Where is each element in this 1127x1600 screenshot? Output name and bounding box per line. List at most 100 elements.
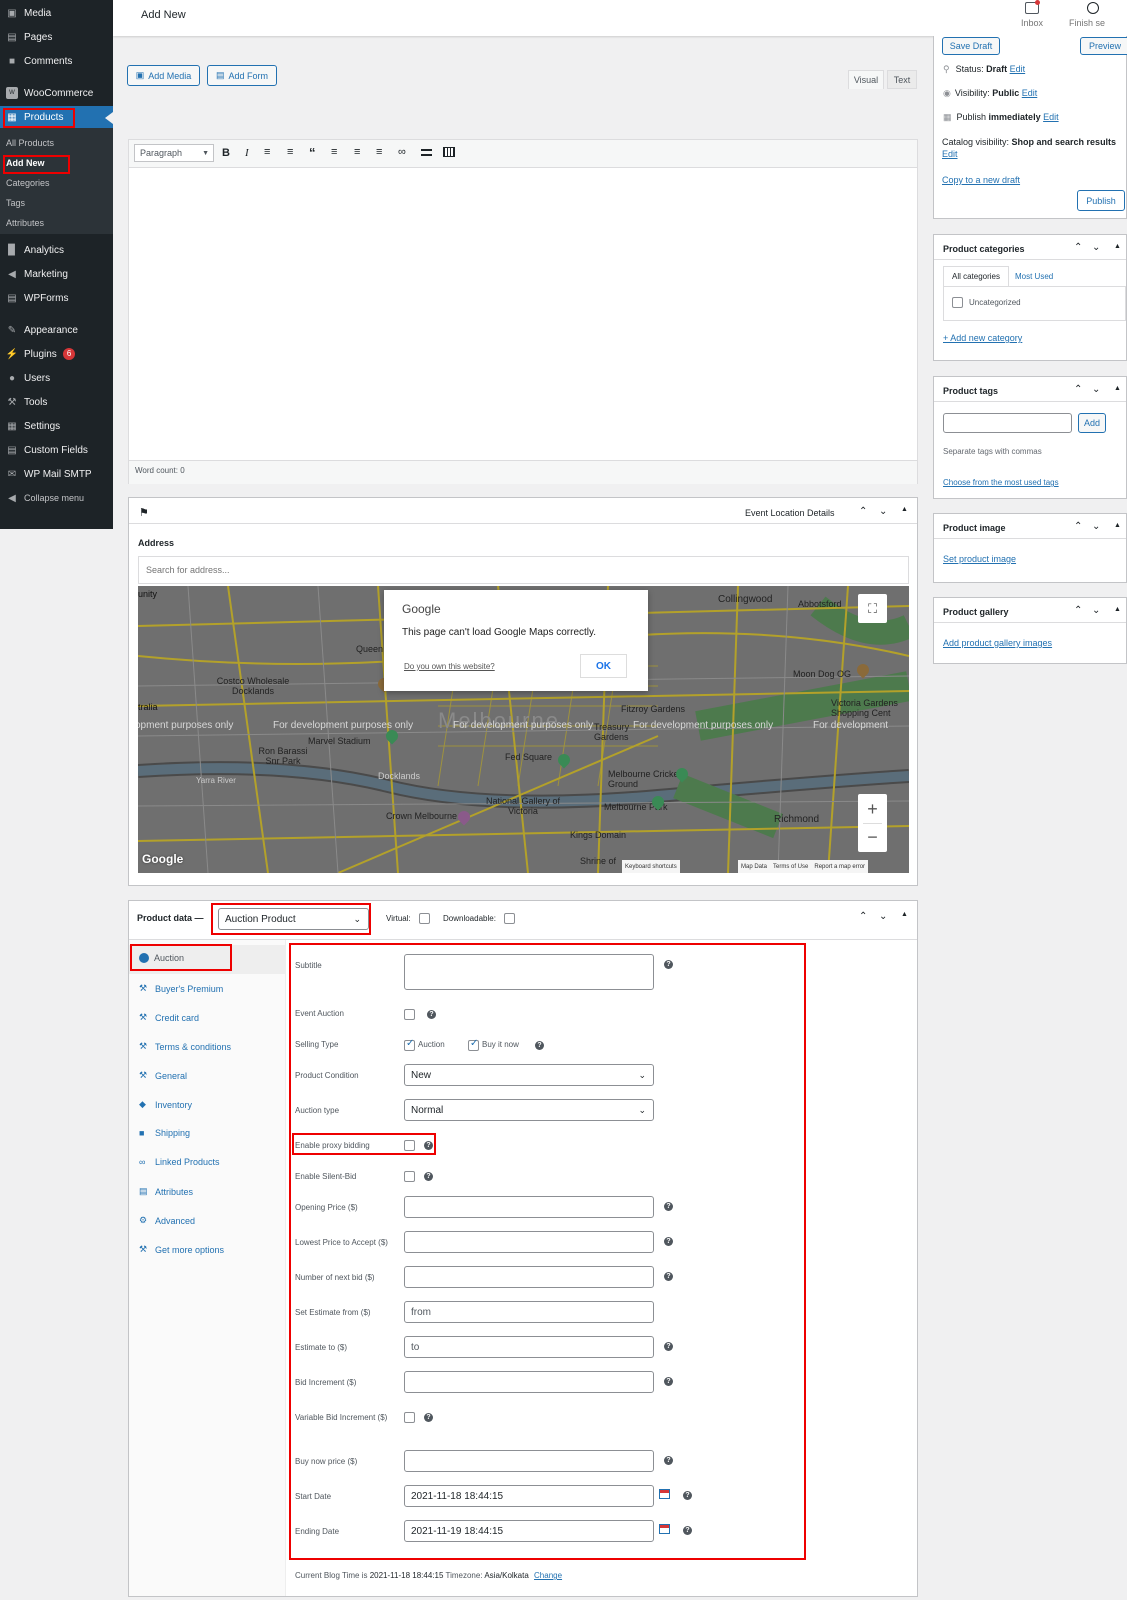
move-down-icon[interactable]: ⌄	[1092, 605, 1100, 616]
estimate-to-input[interactable]: to	[404, 1336, 654, 1358]
tab-credit-card[interactable]: ⚒ Credit card	[139, 1012, 199, 1023]
help-icon[interactable]: ?	[683, 1526, 692, 1535]
help-icon[interactable]: ?	[664, 1202, 673, 1211]
menu-comments[interactable]: ■ Comments	[0, 50, 113, 72]
tab-all-categories[interactable]: All categories	[943, 266, 1009, 286]
read-more-icon[interactable]	[421, 149, 432, 156]
fullscreen-icon[interactable]: ⛶	[858, 594, 887, 623]
link-icon[interactable]: ∞	[398, 146, 406, 158]
lowest-price-input[interactable]	[404, 1231, 654, 1253]
edit-visibility-link[interactable]: Edit	[1022, 88, 1038, 98]
move-down-icon[interactable]: ⌄	[879, 911, 887, 922]
copy-to-draft-link[interactable]: Copy to a new draft	[942, 175, 1020, 185]
menu-users[interactable]: ● Users	[0, 367, 113, 389]
add-media-button[interactable]: ▣ Add Media	[127, 65, 200, 86]
submenu-categories[interactable]: Categories	[6, 178, 50, 188]
toggle-panel-icon[interactable]: ▲	[1114, 606, 1121, 613]
product-condition-select[interactable]: New ⌄	[404, 1064, 654, 1086]
proxy-bidding-checkbox[interactable]	[404, 1140, 415, 1151]
menu-custom-fields[interactable]: ▤ Custom Fields	[0, 439, 113, 461]
add-form-button[interactable]: ▤ Add Form	[207, 65, 277, 86]
tab-terms-conditions[interactable]: ⚒ Terms & conditions	[139, 1041, 231, 1052]
move-down-icon[interactable]: ⌄	[1092, 384, 1100, 395]
product-type-select[interactable]: Auction Product ⌄	[218, 908, 369, 930]
opening-price-input[interactable]	[404, 1196, 654, 1218]
publish-button[interactable]: Publish	[1077, 190, 1125, 211]
move-up-icon[interactable]: ⌃	[859, 506, 867, 517]
tab-most-used[interactable]: Most Used	[1015, 272, 1053, 281]
move-up-icon[interactable]: ⌃	[1074, 384, 1082, 395]
selling-buy-now-checkbox[interactable]	[468, 1038, 479, 1051]
menu-tools[interactable]: ⚒ Tools	[0, 391, 113, 413]
menu-marketing[interactable]: ◀ Marketing	[0, 263, 113, 285]
help-icon[interactable]: ?	[664, 1377, 673, 1386]
move-up-icon[interactable]: ⌃	[1074, 605, 1082, 616]
menu-products[interactable]: ▦ Products	[0, 106, 113, 128]
toggle-panel-icon[interactable]: ▲	[1114, 243, 1121, 250]
tab-text[interactable]: Text	[887, 70, 917, 89]
auction-type-select[interactable]: Normal ⌄	[404, 1099, 654, 1121]
move-down-icon[interactable]: ⌄	[1092, 521, 1100, 532]
help-icon[interactable]: ?	[664, 960, 673, 969]
blockquote-icon[interactable]: “	[309, 145, 316, 160]
terms-link[interactable]: Terms of Use	[773, 864, 808, 870]
add-tag-button[interactable]: Add	[1078, 413, 1106, 433]
selling-auction-checkbox[interactable]	[404, 1038, 415, 1051]
variable-bid-checkbox[interactable]	[404, 1412, 415, 1423]
address-search-input[interactable]	[138, 556, 909, 584]
tab-visual[interactable]: Visual	[848, 70, 884, 89]
menu-appearance[interactable]: ✎ Appearance	[0, 319, 113, 341]
estimate-from-input[interactable]: from	[404, 1301, 654, 1323]
bullet-list-icon[interactable]: ≡	[264, 146, 270, 158]
event-auction-checkbox[interactable]	[404, 1009, 415, 1020]
next-bid-input[interactable]	[404, 1266, 654, 1288]
move-up-icon[interactable]: ⌃	[1074, 242, 1082, 253]
inbox-label[interactable]: Inbox	[1021, 18, 1043, 28]
italic-icon[interactable]: I	[245, 147, 249, 159]
calendar-icon[interactable]	[659, 1524, 670, 1534]
menu-wp-mail-smtp[interactable]: ✉ WP Mail SMTP	[0, 463, 113, 485]
bid-increment-input[interactable]	[404, 1371, 654, 1393]
finish-setup-label[interactable]: Finish se	[1069, 18, 1105, 28]
toolbar-toggle-icon[interactable]	[443, 147, 455, 157]
help-icon[interactable]: ?	[427, 1010, 436, 1019]
submenu-add-new[interactable]: Add New	[6, 158, 45, 168]
add-category-link[interactable]: + Add new category	[943, 333, 1022, 343]
start-date-input[interactable]: 2021-11-18 18:44:15	[404, 1485, 654, 1507]
submenu-all-products[interactable]: All Products	[6, 138, 54, 148]
tab-shipping[interactable]: ■ Shipping	[139, 1128, 190, 1138]
help-icon[interactable]: ?	[664, 1342, 673, 1351]
buy-now-input[interactable]	[404, 1450, 654, 1472]
tab-advanced[interactable]: ⚙ Advanced	[139, 1215, 195, 1226]
tag-input[interactable]	[943, 413, 1072, 433]
format-select[interactable]: Paragraph ▼	[134, 144, 214, 162]
menu-plugins[interactable]: ⚡ Plugins 6	[0, 343, 113, 365]
align-right-icon[interactable]: ≡	[376, 146, 382, 158]
keyboard-shortcuts-link[interactable]: Keyboard shortcuts	[622, 860, 680, 873]
move-down-icon[interactable]: ⌄	[1092, 242, 1100, 253]
preview-button[interactable]: Preview	[1080, 37, 1127, 55]
menu-media[interactable]: ▣ Media	[0, 2, 113, 24]
tab-attributes[interactable]: ▤ Attributes	[139, 1186, 193, 1197]
toggle-panel-icon[interactable]: ▲	[901, 506, 908, 513]
edit-status-link[interactable]: Edit	[1010, 64, 1026, 74]
set-product-image-link[interactable]: Set product image	[943, 554, 1016, 564]
toggle-panel-icon[interactable]: ▲	[901, 911, 908, 918]
ending-date-input[interactable]: 2021-11-19 18:44:15	[404, 1520, 654, 1542]
finish-setup-icon[interactable]	[1087, 2, 1099, 14]
help-icon[interactable]: ?	[424, 1172, 433, 1181]
tab-general[interactable]: ⚒ General	[139, 1070, 187, 1081]
report-error-link[interactable]: Report a map error	[814, 864, 865, 870]
zoom-out-icon[interactable]: −	[858, 824, 887, 850]
menu-collapse[interactable]: ◀ Collapse menu	[0, 487, 113, 509]
move-down-icon[interactable]: ⌄	[879, 506, 887, 517]
menu-woocommerce[interactable]: W WooCommerce	[0, 82, 113, 104]
toggle-panel-icon[interactable]: ▲	[1114, 385, 1121, 392]
change-timezone-link[interactable]: Change	[534, 1571, 562, 1580]
numbered-list-icon[interactable]: ≡	[287, 146, 293, 158]
bold-icon[interactable]: B	[222, 147, 230, 159]
choose-tags-link[interactable]: Choose from the most used tags	[943, 478, 1059, 487]
tab-get-more-options[interactable]: ⚒ Get more options	[139, 1244, 224, 1255]
menu-pages[interactable]: ▤ Pages	[0, 26, 113, 48]
uncategorized-checkbox[interactable]	[952, 297, 963, 308]
